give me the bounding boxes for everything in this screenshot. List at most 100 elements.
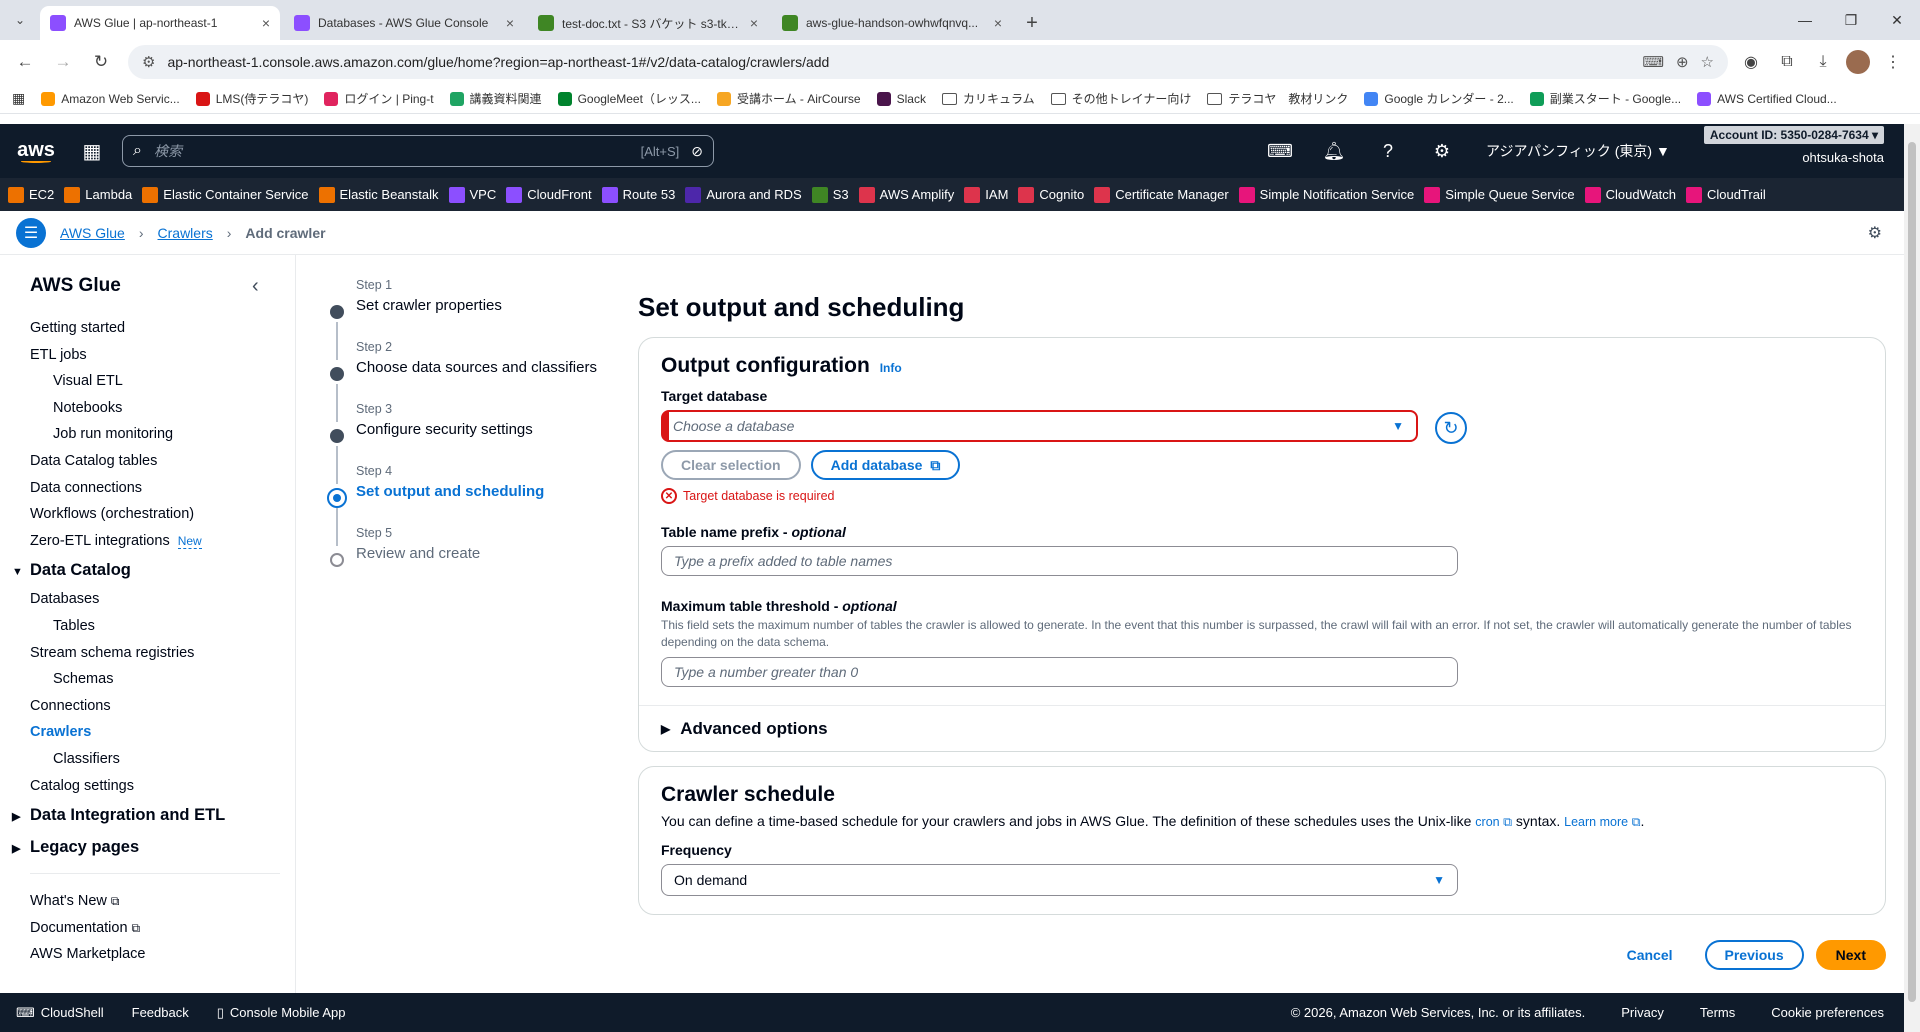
preferences-icon[interactable]: ⚙ — [1868, 223, 1882, 243]
service-shortcut[interactable]: Aurora and RDS — [685, 186, 802, 203]
bookmark-item[interactable]: GoogleMeet（レッス... — [557, 90, 701, 107]
sidenav-item[interactable]: Tables — [0, 613, 280, 640]
camera-icon[interactable]: ◉ — [1738, 52, 1764, 72]
translate-icon[interactable]: ⌨ — [1642, 53, 1664, 71]
service-shortcut[interactable]: Certificate Manager — [1094, 186, 1229, 203]
cancel-button[interactable]: Cancel — [1606, 940, 1693, 970]
download-icon[interactable]: ⤓ — [1810, 53, 1836, 71]
service-shortcut[interactable]: Elastic Beanstalk — [318, 186, 439, 203]
bookmark-item[interactable]: 講義資料関連 — [449, 90, 542, 107]
add-database-button[interactable]: Add database ⧉ — [810, 450, 961, 480]
sidenav-item[interactable]: Classifiers — [0, 746, 280, 773]
browser-tab[interactable]: test-doc.txt - S3 バケット s3-tky-... × — [528, 6, 768, 40]
feedback-button[interactable]: Feedback — [132, 1005, 189, 1020]
minimize-button[interactable]: — — [1782, 0, 1828, 40]
sidenav-item[interactable]: Notebooks — [0, 395, 280, 422]
close-icon[interactable]: × — [994, 15, 1002, 31]
bookmark-item[interactable]: カリキュラム — [941, 90, 1035, 107]
wizard-step[interactable]: Step 4 Set output and scheduling — [326, 464, 626, 546]
omnibox[interactable]: ⚙ ap-northeast-1.console.aws.amazon.com/… — [128, 45, 1728, 79]
apps-grid-icon[interactable]: ▦ — [12, 90, 25, 107]
target-database-select[interactable]: Choose a database ▼ — [661, 410, 1418, 442]
service-shortcut[interactable]: CloudTrail — [1685, 186, 1766, 203]
browser-tab[interactable]: Databases - AWS Glue Console × — [284, 6, 524, 40]
sidenav-item[interactable]: Connections — [0, 693, 280, 720]
account-id[interactable]: Account ID: 5350-0284-7634 ▾ — [1703, 126, 1884, 144]
step-label[interactable]: Choose data sources and classifiers — [356, 359, 626, 376]
wizard-step[interactable]: Step 2 Choose data sources and classifie… — [326, 340, 626, 422]
browser-menu-icon[interactable]: ⋮ — [1880, 52, 1906, 72]
search-ai-icon[interactable]: ⊘ — [691, 143, 703, 160]
advanced-options-toggle[interactable]: ▶ Advanced options — [639, 705, 1885, 751]
account-menu[interactable]: Account ID: 5350-0284-7634 ▾ ohtsuka-sho… — [1703, 126, 1884, 165]
bookmark-item[interactable]: Amazon Web Servic... — [41, 90, 180, 107]
sidenav-item[interactable]: Data connections — [0, 475, 280, 502]
next-button[interactable]: Next — [1815, 940, 1886, 970]
close-icon[interactable]: × — [506, 15, 514, 31]
table-prefix-input[interactable]: Type a prefix added to table names — [661, 546, 1458, 576]
sidenav-footer-link[interactable]: What's New ⧉ — [0, 888, 280, 915]
sidenav-title[interactable]: AWS Glue — [30, 275, 121, 297]
service-shortcut[interactable]: S3 — [811, 186, 849, 203]
aws-logo[interactable]: aws — [0, 139, 72, 163]
user-name[interactable]: ohtsuka-shota — [1704, 150, 1884, 165]
sidenav-item[interactable]: ▼ Data Catalog — [0, 554, 280, 586]
sidenav-footer-link[interactable]: Documentation ⧉ — [0, 915, 280, 942]
service-shortcut[interactable]: CloudFront — [506, 186, 592, 203]
close-icon[interactable]: × — [262, 15, 270, 31]
bookmark-item[interactable]: 副業スタート - Google... — [1529, 90, 1681, 107]
service-shortcut[interactable]: Elastic Container Service — [142, 186, 309, 203]
sidenav-item[interactable]: Catalog settings — [0, 773, 280, 800]
bookmark-item[interactable]: LMS(侍テラコヤ) — [195, 90, 308, 107]
browser-tab[interactable]: AWS Glue | ap-northeast-1 × — [40, 6, 280, 40]
max-threshold-input[interactable]: Type a number greater than 0 — [661, 657, 1458, 687]
service-shortcut[interactable]: Lambda — [64, 186, 132, 203]
bookmark-item[interactable]: その他トレイナー向け — [1050, 90, 1191, 107]
restore-button[interactable]: ❐ — [1828, 0, 1874, 40]
sidenav-item[interactable]: Schemas — [0, 666, 280, 693]
sidenav-item[interactable]: Zero-ETL integrations New — [0, 528, 280, 555]
close-window-button[interactable]: ✕ — [1874, 0, 1920, 40]
service-shortcut[interactable]: Simple Notification Service — [1238, 186, 1414, 203]
new-tab-button[interactable]: + — [1016, 6, 1048, 40]
sidenav-item[interactable]: Workflows (orchestration) — [0, 501, 280, 528]
profile-avatar[interactable] — [1846, 50, 1870, 74]
service-shortcut[interactable]: EC2 — [8, 186, 54, 203]
mobile-app-button[interactable]: ▯ Console Mobile App — [217, 1005, 346, 1021]
service-shortcut[interactable]: Route 53 — [601, 186, 675, 203]
breadcrumb-aws-glue[interactable]: AWS Glue — [60, 225, 125, 241]
bookmark-item[interactable]: Google カレンダー - 2... — [1364, 90, 1514, 107]
bookmark-item[interactable]: テラコヤ 教材リンク — [1207, 90, 1348, 107]
sidenav-footer-link[interactable]: AWS Marketplace — [0, 941, 280, 968]
back-button[interactable]: ← — [8, 45, 42, 79]
service-shortcut[interactable]: VPC — [448, 186, 496, 203]
wizard-step[interactable]: Step 1 Set crawler properties — [326, 278, 626, 360]
site-info-icon[interactable]: ⚙ — [142, 53, 155, 71]
close-icon[interactable]: × — [750, 15, 758, 31]
cloudshell-icon[interactable]: ⌨ — [1264, 141, 1296, 162]
breadcrumb-crawlers[interactable]: Crawlers — [158, 225, 213, 241]
settings-gear-icon[interactable]: ⚙ — [1426, 141, 1458, 162]
step-label[interactable]: Configure security settings — [356, 421, 626, 438]
bookmark-item[interactable]: Slack — [876, 90, 926, 107]
privacy-link[interactable]: Privacy — [1621, 1005, 1664, 1020]
help-icon[interactable]: ? — [1372, 141, 1404, 162]
sidenav-item[interactable]: Crawlers — [0, 719, 280, 746]
browser-tab[interactable]: aws-glue-handson-owhwfqnvq... × — [772, 6, 1012, 40]
zoom-icon[interactable]: ⊕ — [1676, 53, 1689, 71]
sidenav-item[interactable]: Stream schema registries — [0, 640, 280, 667]
wizard-step[interactable]: Step 3 Configure security settings — [326, 402, 626, 484]
sidenav-item[interactable]: ▶ Legacy pages — [0, 831, 280, 863]
previous-button[interactable]: Previous — [1704, 940, 1804, 970]
cloudshell-button[interactable]: ⌨ CloudShell — [16, 1005, 104, 1021]
refresh-icon[interactable]: ↻ — [1435, 412, 1467, 444]
service-shortcut[interactable]: AWS Amplify — [858, 186, 954, 203]
sidenav-item[interactable]: Databases — [0, 586, 280, 613]
sidenav-item[interactable]: Job run monitoring — [0, 421, 280, 448]
sidenav-item[interactable]: ▶ Data Integration and ETL — [0, 799, 280, 831]
info-link[interactable]: Info — [880, 361, 902, 375]
clear-selection-button[interactable]: Clear selection — [661, 450, 801, 480]
services-menu-icon[interactable]: ▦ — [72, 139, 112, 164]
step-label[interactable]: Set crawler properties — [356, 297, 626, 314]
bookmark-item[interactable]: 受講ホーム - AirCourse — [716, 90, 861, 107]
